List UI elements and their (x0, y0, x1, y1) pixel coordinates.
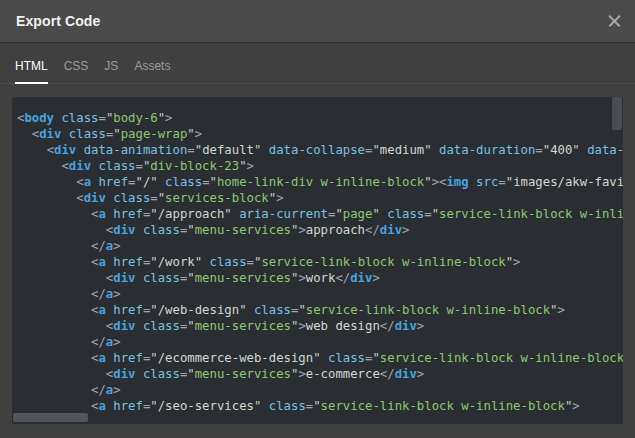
dialog-title: Export Code (16, 13, 100, 29)
code-line: </a> (17, 238, 623, 254)
code-editor[interactable]: <body class="body-6"> <div class="page-w… (12, 97, 623, 424)
close-icon[interactable] (599, 0, 627, 43)
code-line: </a> (17, 286, 623, 302)
code-line: <div class="menu-services">work</div> (17, 270, 623, 286)
tab-assets[interactable]: Assets (134, 59, 170, 84)
export-code-dialog: Export Code HTML CSS JS Assets <body class=… (0, 0, 635, 438)
code-line: <div class="div-block-23"> (17, 158, 623, 174)
code-line: <a href="/approach" aria-current="page" … (17, 206, 623, 222)
code-line: <a href="/web-design" class="service-lin… (17, 302, 623, 318)
tab-html[interactable]: HTML (15, 59, 48, 84)
code-content: <body class="body-6"> <div class="page-w… (12, 97, 623, 414)
tab-bar: HTML CSS JS Assets (0, 43, 635, 84)
code-line: <div class="page-wrap"> (17, 126, 623, 142)
code-line: <a href="/work" class="service-link-bloc… (17, 254, 623, 270)
code-line: <a href="/seo-services" class="service-l… (17, 398, 623, 414)
horizontal-scrollbar[interactable] (13, 413, 88, 422)
vertical-scrollbar[interactable] (612, 97, 622, 130)
code-line: <a href="/ecommerce-web-design" class="s… (17, 350, 623, 366)
code-line: <div class="menu-services">e-commerce</d… (17, 366, 623, 382)
tab-css[interactable]: CSS (64, 59, 89, 84)
dialog-header: Export Code (0, 0, 635, 43)
code-line: <body class="body-6"> (17, 110, 623, 126)
code-line: </a> (17, 382, 623, 398)
code-line: <div class="services-block"> (17, 190, 623, 206)
code-line: <div class="menu-services">approach</div… (17, 222, 623, 238)
code-line: </a> (17, 334, 623, 350)
tab-js[interactable]: JS (104, 59, 118, 84)
code-line: <div data-animation="default" data-colla… (17, 142, 623, 158)
code-line: <div class="menu-services">web design</d… (17, 318, 623, 334)
code-line: <a href="/" class="home-link-div w-inlin… (17, 174, 623, 190)
